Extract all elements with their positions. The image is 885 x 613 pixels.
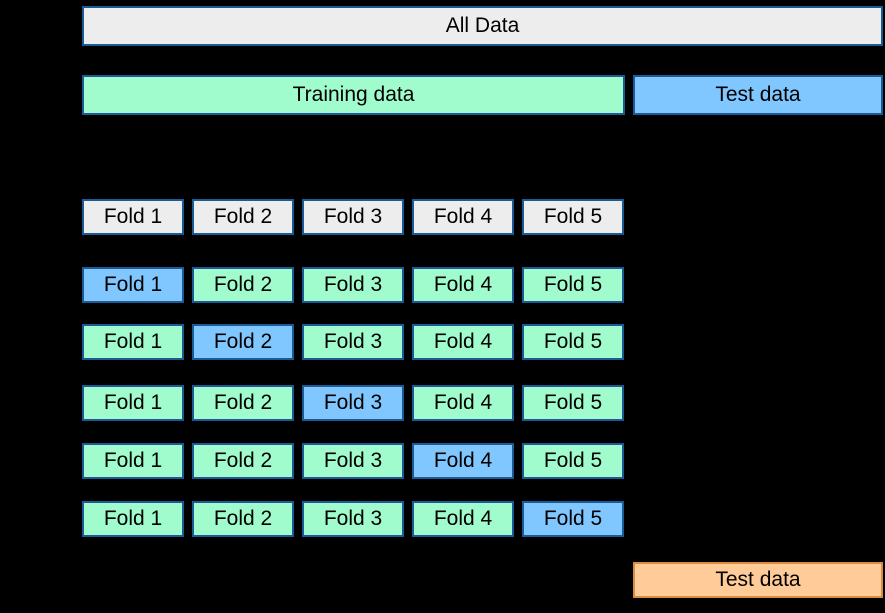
fold-label: Fold 2 <box>214 391 272 415</box>
training-data-box: Training data <box>82 75 625 115</box>
fold-label: Fold 4 <box>434 330 492 354</box>
fold-label: Fold 1 <box>104 330 162 354</box>
split1-fold5: Fold 5 <box>522 267 624 303</box>
fold-label: Fold 4 <box>434 449 492 473</box>
fold-header-1: Fold 1 <box>82 199 184 235</box>
fold-label: Fold 2 <box>214 507 272 531</box>
fold-label: Fold 3 <box>324 273 382 297</box>
fold-label: Fold 1 <box>104 391 162 415</box>
split4-fold2: Fold 2 <box>192 443 294 479</box>
all-data-label: All Data <box>446 14 520 38</box>
fold-label: Fold 2 <box>214 205 272 229</box>
fold-label: Fold 5 <box>544 391 602 415</box>
fold-label: Fold 1 <box>104 449 162 473</box>
split1-fold3: Fold 3 <box>302 267 404 303</box>
split5-fold4: Fold 4 <box>412 501 514 537</box>
split1-fold2: Fold 2 <box>192 267 294 303</box>
split1-fold4: Fold 4 <box>412 267 514 303</box>
test-data-label: Test data <box>715 83 800 107</box>
fold-label: Fold 3 <box>324 205 382 229</box>
split4-fold4: Fold 4 <box>412 443 514 479</box>
split3-fold4: Fold 4 <box>412 385 514 421</box>
fold-label: Fold 2 <box>214 330 272 354</box>
fold-label: Fold 3 <box>324 391 382 415</box>
split3-fold2: Fold 2 <box>192 385 294 421</box>
split5-fold5: Fold 5 <box>522 501 624 537</box>
split2-fold4: Fold 4 <box>412 324 514 360</box>
fold-label: Fold 4 <box>434 205 492 229</box>
fold-label: Fold 5 <box>544 273 602 297</box>
fold-label: Fold 4 <box>434 391 492 415</box>
test-data-box: Test data <box>633 75 883 115</box>
training-data-label: Training data <box>293 83 415 107</box>
split5-fold2: Fold 2 <box>192 501 294 537</box>
fold-header-2: Fold 2 <box>192 199 294 235</box>
split5-fold3: Fold 3 <box>302 501 404 537</box>
fold-label: Fold 5 <box>544 449 602 473</box>
fold-header-4: Fold 4 <box>412 199 514 235</box>
fold-label: Fold 3 <box>324 449 382 473</box>
fold-label: Fold 1 <box>104 205 162 229</box>
fold-label: Fold 3 <box>324 330 382 354</box>
split1-fold1: Fold 1 <box>82 267 184 303</box>
split3-fold3: Fold 3 <box>302 385 404 421</box>
fold-label: Fold 4 <box>434 507 492 531</box>
all-data-box: All Data <box>82 6 883 46</box>
fold-label: Fold 2 <box>214 449 272 473</box>
fold-label: Fold 1 <box>104 273 162 297</box>
fold-label: Fold 5 <box>544 507 602 531</box>
fold-label: Fold 3 <box>324 507 382 531</box>
fold-label: Fold 4 <box>434 273 492 297</box>
split4-fold5: Fold 5 <box>522 443 624 479</box>
fold-label: Fold 2 <box>214 273 272 297</box>
split4-fold3: Fold 3 <box>302 443 404 479</box>
split5-fold1: Fold 1 <box>82 501 184 537</box>
split3-fold1: Fold 1 <box>82 385 184 421</box>
fold-label: Fold 5 <box>544 205 602 229</box>
split2-fold2: Fold 2 <box>192 324 294 360</box>
final-test-data-label: Test data <box>715 568 800 592</box>
split2-fold5: Fold 5 <box>522 324 624 360</box>
split4-fold1: Fold 1 <box>82 443 184 479</box>
final-test-data-box: Test data <box>633 562 883 598</box>
fold-header-5: Fold 5 <box>522 199 624 235</box>
split2-fold3: Fold 3 <box>302 324 404 360</box>
fold-header-3: Fold 3 <box>302 199 404 235</box>
split3-fold5: Fold 5 <box>522 385 624 421</box>
split2-fold1: Fold 1 <box>82 324 184 360</box>
fold-label: Fold 5 <box>544 330 602 354</box>
fold-label: Fold 1 <box>104 507 162 531</box>
